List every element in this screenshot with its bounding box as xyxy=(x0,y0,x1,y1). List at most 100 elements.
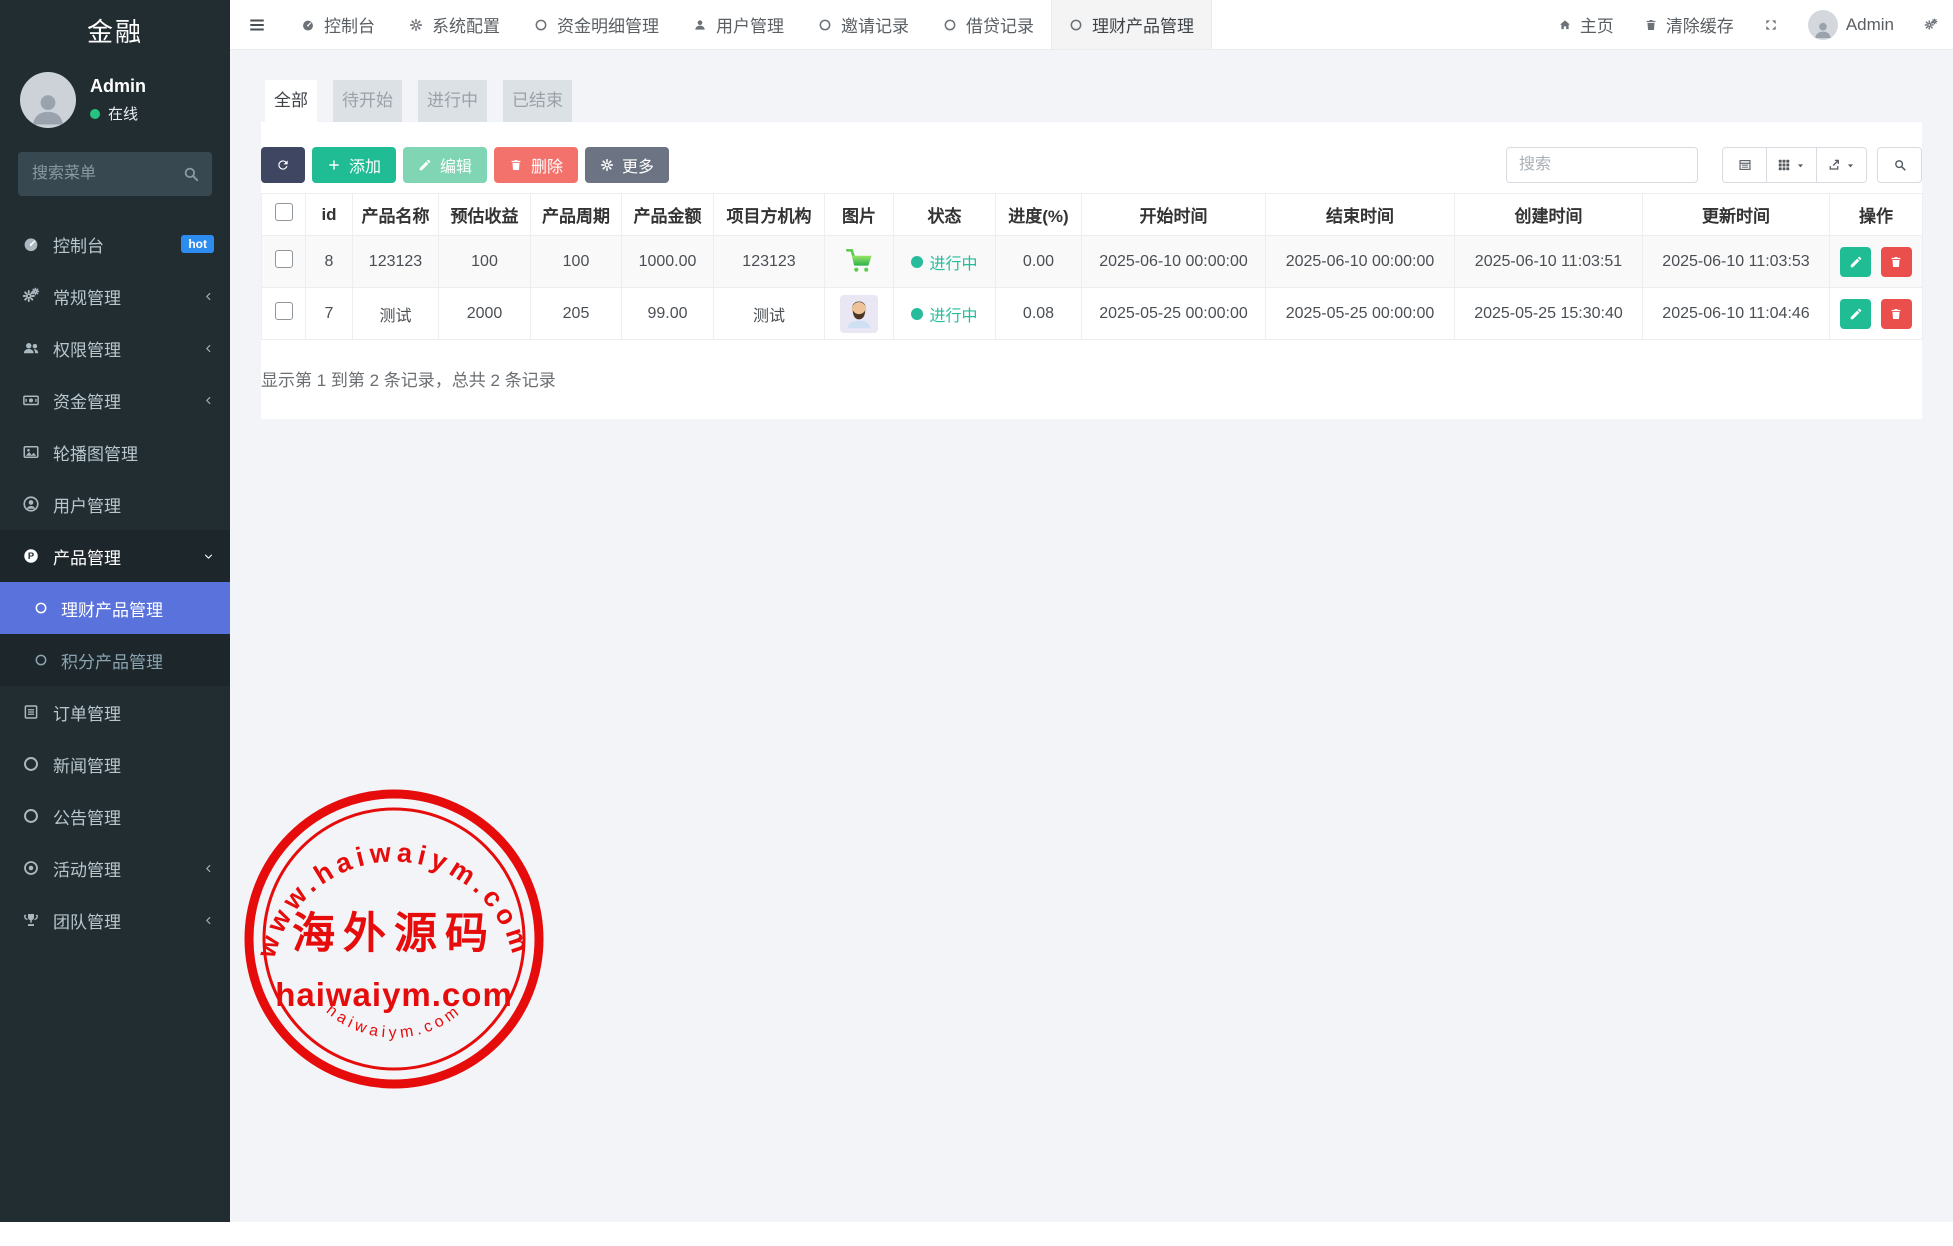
sidebar-item-news[interactable]: 新闻管理 xyxy=(0,738,230,790)
export-button[interactable] xyxy=(1817,147,1867,183)
header-project-org: 项目方机构 xyxy=(714,194,825,236)
list-icon xyxy=(22,703,40,721)
topnav-tab-fund-details[interactable]: 资金明细管理 xyxy=(517,0,676,49)
row-checkbox[interactable] xyxy=(275,302,293,320)
sidebar-item-teams[interactable]: 团队管理 xyxy=(0,894,230,946)
filter-tab-all[interactable]: 全部 xyxy=(265,80,317,122)
user-menu[interactable]: Admin xyxy=(1793,0,1909,49)
expand-icon xyxy=(1764,18,1778,32)
select-all-checkbox[interactable] xyxy=(275,203,293,221)
view-button-group xyxy=(1722,147,1867,183)
plus-icon xyxy=(327,158,341,172)
dashboard-icon xyxy=(22,235,40,253)
header-estimated-profit: 预估收益 xyxy=(439,194,531,236)
brand-logo[interactable]: 金融 xyxy=(0,0,230,60)
sidebar-item-products[interactable]: 产品管理 xyxy=(0,530,230,582)
delete-button[interactable]: 删除 xyxy=(494,147,578,183)
topnav-tab-invite-records[interactable]: 邀请记录 xyxy=(801,0,926,49)
refresh-icon xyxy=(276,158,290,172)
edit-button[interactable]: 编辑 xyxy=(403,147,487,183)
sidebar-toggle-button[interactable] xyxy=(230,0,284,49)
sidebar-item-funds[interactable]: 资金管理 xyxy=(0,374,230,426)
person-icon xyxy=(27,86,69,128)
table-row: 8 123123 100 100 1000.00 123123 xyxy=(262,236,1923,288)
settings-menu[interactable] xyxy=(1909,0,1953,49)
table-card: 添加 编辑 删除 更多 xyxy=(261,122,1922,419)
header-status: 状态 xyxy=(894,194,996,236)
dashboard-icon xyxy=(301,18,315,32)
filter-tabs: 全部 待开始 进行中 已结束 xyxy=(265,80,1922,122)
avatar xyxy=(20,72,76,128)
app-wrapper: 金融 Admin 在线 控制台 hot 常规管理 xyxy=(0,0,1953,1222)
detail-view-button[interactable] xyxy=(1722,147,1767,183)
hamburger-icon xyxy=(248,16,266,34)
cart-icon xyxy=(841,244,877,280)
hot-badge: hot xyxy=(181,235,214,253)
home-icon xyxy=(1558,18,1572,32)
sidebar-item-orders[interactable]: 订单管理 xyxy=(0,686,230,738)
sidebar-item-points-products[interactable]: 积分产品管理 xyxy=(0,634,230,686)
clear-cache-link[interactable]: 清除缓存 xyxy=(1629,0,1749,49)
sidebar-item-carousel[interactable]: 轮播图管理 xyxy=(0,426,230,478)
sidebar-item-announcements[interactable]: 公告管理 xyxy=(0,790,230,842)
row-edit-button[interactable] xyxy=(1840,247,1871,277)
row-delete-button[interactable] xyxy=(1881,247,1912,277)
user-name: Admin xyxy=(90,76,146,97)
stamp-center-en: haiwaiym.com xyxy=(275,976,513,1013)
sidebar-item-finance-products[interactable]: 理财产品管理 xyxy=(0,582,230,634)
chevron-left-icon xyxy=(203,863,214,874)
sidebar-item-dashboard[interactable]: 控制台 hot xyxy=(0,218,230,270)
cogs-icon xyxy=(22,287,40,305)
columns-button[interactable] xyxy=(1767,147,1817,183)
refresh-button[interactable] xyxy=(261,147,305,183)
cart-image[interactable] xyxy=(840,243,878,281)
header-id: id xyxy=(306,194,353,236)
table-header-row: id 产品名称 预估收益 产品周期 产品金额 项目方机构 图片 状态 进度(%)… xyxy=(262,194,1923,236)
row-checkbox[interactable] xyxy=(275,250,293,268)
caret-down-icon xyxy=(1795,160,1806,171)
filter-tab-pending[interactable]: 待开始 xyxy=(333,80,402,122)
sidebar-item-general[interactable]: 常规管理 xyxy=(0,270,230,322)
avatar-image[interactable] xyxy=(840,295,878,333)
topnav-tab-system-config[interactable]: 系统配置 xyxy=(392,0,517,49)
add-button[interactable]: 添加 xyxy=(312,147,396,183)
stamp-bottom-text: haiwaiym.com xyxy=(323,1001,465,1041)
table-row: 7 测试 2000 205 99.00 测试 xyxy=(262,288,1923,340)
home-link[interactable]: 主页 xyxy=(1543,0,1629,49)
cogs-icon xyxy=(1924,18,1938,32)
search-icon xyxy=(182,165,200,183)
filter-tab-finished[interactable]: 已结束 xyxy=(503,80,572,122)
filter-tab-ongoing[interactable]: 进行中 xyxy=(418,80,487,122)
circle-icon xyxy=(818,18,832,32)
fullscreen-button[interactable] xyxy=(1749,0,1793,49)
content-area: 全部 待开始 进行中 已结束 添加 编辑 删除 更多 xyxy=(230,50,1953,419)
topnav-tab-finance-products[interactable]: 理财产品管理 xyxy=(1051,0,1212,49)
row-edit-button[interactable] xyxy=(1840,299,1871,329)
trash-icon xyxy=(509,158,523,172)
sidebar-item-permission[interactable]: 权限管理 xyxy=(0,322,230,374)
top-navbar: 控制台 系统配置 资金明细管理 用户管理 邀请记录 借贷记录 理财产品管理 主页… xyxy=(230,0,1953,50)
header-image: 图片 xyxy=(825,194,894,236)
status-badge: 进行中 xyxy=(911,302,977,326)
header-checkbox-cell xyxy=(262,194,306,236)
circle-icon xyxy=(943,18,957,32)
header-updated-time: 更新时间 xyxy=(1643,194,1830,236)
trophy-icon xyxy=(22,911,40,929)
user-icon xyxy=(693,18,707,32)
topnav-right: 主页 清除缓存 Admin xyxy=(1543,0,1953,49)
circle-icon xyxy=(34,653,48,667)
man-avatar-icon xyxy=(840,295,878,333)
sidebar-group-products: 产品管理 理财产品管理 积分产品管理 xyxy=(0,530,230,686)
topnav-tab-dashboard[interactable]: 控制台 xyxy=(284,0,392,49)
search-button[interactable] xyxy=(1877,147,1922,183)
circle-icon xyxy=(22,807,40,825)
more-button[interactable]: 更多 xyxy=(585,147,669,183)
table-search-input[interactable] xyxy=(1506,147,1698,183)
chevron-left-icon xyxy=(203,343,214,354)
user-circle-icon xyxy=(22,495,40,513)
sidebar-item-activities[interactable]: 活动管理 xyxy=(0,842,230,894)
sidebar-item-users[interactable]: 用户管理 xyxy=(0,478,230,530)
topnav-tab-loan-records[interactable]: 借贷记录 xyxy=(926,0,1051,49)
topnav-tab-user-management[interactable]: 用户管理 xyxy=(676,0,801,49)
row-delete-button[interactable] xyxy=(1881,299,1912,329)
